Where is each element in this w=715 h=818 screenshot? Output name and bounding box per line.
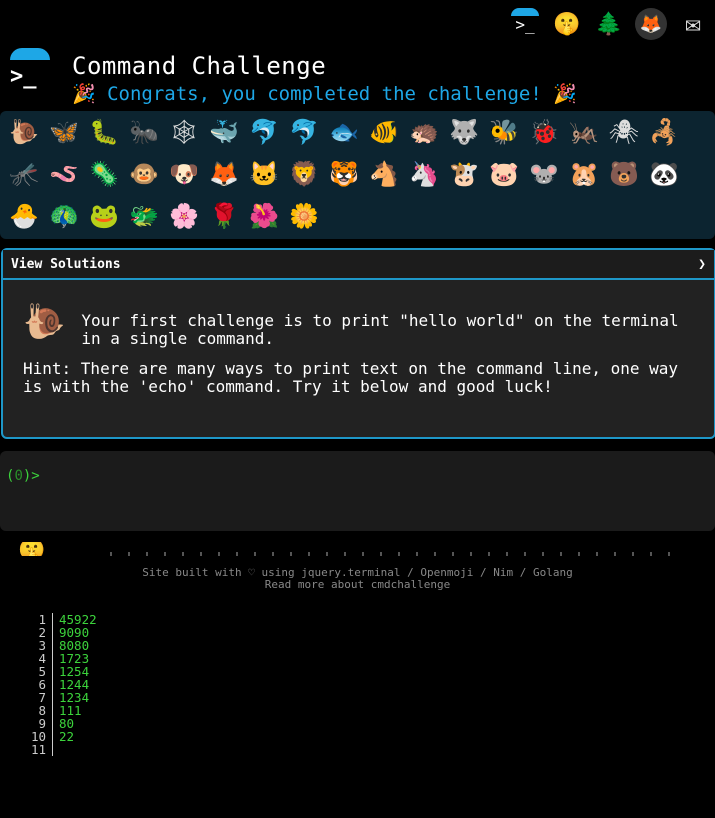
challenge-icon[interactable]: 🪱 [44, 154, 84, 194]
challenge-icon[interactable]: 🦋 [44, 112, 84, 152]
challenge-icon[interactable]: 🌺 [244, 196, 284, 236]
challenge-icon[interactable]: 🦄 [404, 154, 444, 194]
challenge-icon[interactable]: 🦚 [44, 196, 84, 236]
challenge-icon[interactable]: 🐌 [4, 112, 44, 152]
challenge-icon[interactable]: 🐳 [204, 112, 244, 152]
view-solutions-label: View Solutions [11, 256, 121, 272]
line-value: 22 [59, 729, 75, 744]
challenge-icon[interactable]: 🕷 [604, 112, 644, 152]
view-solutions-toggle[interactable]: View Solutions ❯ [3, 250, 714, 280]
challenge-icon[interactable]: 🐜 [124, 112, 164, 152]
terminal-icon[interactable]: >_ [509, 8, 541, 40]
top-icon-bar: >_ 🤫 🌲 🦊 ✉ [503, 0, 715, 48]
challenge-icon[interactable]: 🐣 [4, 196, 44, 236]
challenge-icon[interactable]: 🦠 [84, 154, 124, 194]
challenge-icon[interactable]: 🐺 [444, 112, 484, 152]
tree-icon[interactable]: 🌲 [593, 8, 625, 40]
terminal-icon: >_ [10, 64, 37, 89]
challenge-icon[interactable]: 🌼 [284, 196, 324, 236]
challenge-icon[interactable]: 🐮 [444, 154, 484, 194]
challenge-icon[interactable]: 🐠 [364, 112, 404, 152]
chevron-right-icon[interactable]: ❯ [698, 257, 706, 272]
challenge-icon[interactable]: 🐬 [244, 112, 284, 152]
challenge-icon[interactable]: 🦗 [564, 112, 604, 152]
divider [110, 552, 680, 556]
challenge-icon[interactable]: 🐵 [124, 154, 164, 194]
challenge-icon[interactable]: 🐻 [604, 154, 644, 194]
challenge-icon[interactable]: 🐴 [364, 154, 404, 194]
output-line: 11 [28, 743, 97, 756]
icon-row-1: 🐌 🦋 🐛 🐜 🕸 🐳 🐬 🐬 🐟 🐠 🦔 🐺 🐝 🐞 🦗 🕷 🦂 [0, 111, 715, 153]
hint-text: Hint: There are many ways to print text … [23, 359, 679, 396]
challenge-icon[interactable]: 🐲 [124, 196, 164, 236]
challenge-icon[interactable]: 🐹 [564, 154, 604, 194]
line-value [53, 743, 59, 756]
challenge-icon[interactable]: 🦂 [644, 112, 684, 152]
challenge-icon[interactable]: 🐱 [244, 154, 284, 194]
challenge-icon[interactable]: 🐷 [484, 154, 524, 194]
challenge-icon[interactable]: 🐸 [84, 196, 124, 236]
logo: >_ [8, 48, 56, 96]
page-title: Command Challenge [72, 52, 327, 80]
icon-row-2: 🦟 🪱 🦠 🐵 🐶 🦊 🐱 🦁 🐯 🐴 🦄 🐮 🐷 🐭 🐹 🐻 🐼 [0, 153, 715, 195]
challenge-icon[interactable]: 🐬 [284, 112, 324, 152]
shush-face-icon: 🤫 [18, 542, 44, 556]
congrats-message: 🎉 Congrats, you completed the challenge!… [72, 83, 577, 105]
challenge-icon[interactable]: 🐭 [524, 154, 564, 194]
icon-row-3: 🐣 🦚 🐸 🐲 🌸 🌹 🌺 🌼 [0, 195, 715, 237]
snail-icon: 🐌 [23, 302, 66, 342]
terminal-prompt[interactable]: (0)> [0, 451, 715, 501]
terminal[interactable]: (0)> [0, 451, 715, 531]
page-header: >_ Command Challenge 🎉 Congrats, you com… [8, 44, 707, 106]
challenge-icon[interactable]: 🦟 [4, 154, 44, 194]
challenge-text: Your first challenge is to print "hello … [81, 311, 679, 348]
challenge-icon[interactable]: 🐯 [324, 154, 364, 194]
mail-icon[interactable]: ✉ [677, 8, 709, 40]
challenge-icon[interactable]: 🌹 [204, 196, 244, 236]
challenge-icon[interactable]: 🐶 [164, 154, 204, 194]
shush-face-icon[interactable]: 🤫 [551, 8, 583, 40]
challenge-icon[interactable]: 🐟 [324, 112, 364, 152]
challenge-icon[interactable]: 🦁 [284, 154, 324, 194]
challenge-icon[interactable]: 🦔 [404, 112, 444, 152]
challenge-panel: View Solutions ❯ 🐌 Your first challenge … [1, 248, 715, 439]
challenge-icon[interactable]: 🐛 [84, 112, 124, 152]
gitlab-icon[interactable]: 🦊 [635, 8, 667, 40]
challenge-icon-strip: 🐌 🦋 🐛 🐜 🕸 🐳 🐬 🐬 🐟 🐠 🦔 🐺 🐝 🐞 🦗 🕷 🦂 🦟 🪱 🦠 🐵 🐶 🦊 🐱 🦁 🐯 🐴 🦄 🐮 🐷 🐭 🐹 🐻 🐼 🐣 🦚 🐸 🐲… [0, 111, 715, 239]
challenge-icon[interactable]: 🌸 [164, 196, 204, 236]
line-number: 11 [28, 743, 53, 756]
challenge-icon[interactable]: 🐝 [484, 112, 524, 152]
footer: Site built with ♡ using jquery.terminal … [0, 567, 715, 591]
challenge-icon[interactable]: 🦊 [204, 154, 244, 194]
challenge-icon[interactable]: 🐞 [524, 112, 564, 152]
read-more-link[interactable]: Read more about cmdchallenge [0, 579, 715, 591]
challenge-icon[interactable]: 🕸 [164, 112, 204, 152]
output-listing: 1 45922 2 9090 3 8080 4 1723 5 1254 6 1244 7 1234 8 111… [28, 613, 97, 756]
challenge-icon[interactable]: 🐼 [644, 154, 684, 194]
